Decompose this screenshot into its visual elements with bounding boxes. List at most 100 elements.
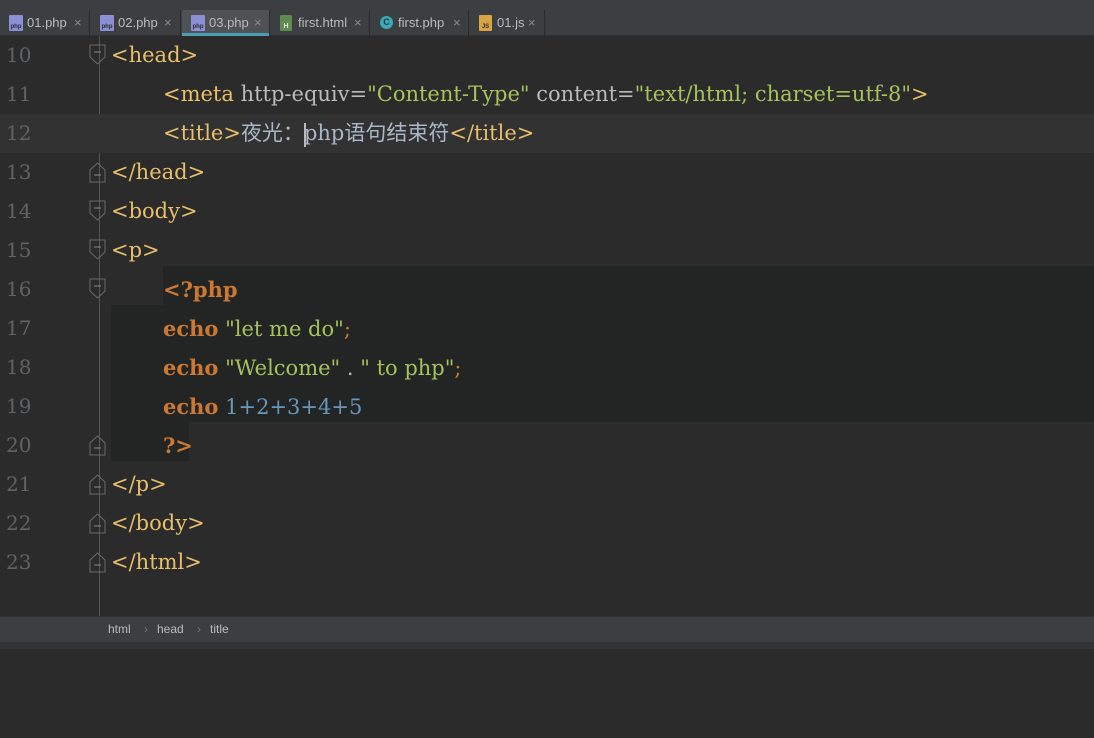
status-strip <box>0 642 1094 649</box>
php-open-tag: <?php <box>163 277 238 302</box>
line-number: 10 <box>6 43 32 67</box>
tab-label: 02.php <box>118 15 158 30</box>
code-text: </p> <box>111 472 167 496</box>
fold-close-icon[interactable] <box>89 161 106 183</box>
tab-03-php[interactable]: 03.php × <box>182 10 270 36</box>
tab-label: first.html <box>298 15 348 30</box>
tab-01-php[interactable]: 01.php × <box>0 10 90 36</box>
code-line: 18 echo "Welcome" . " to php"; <box>0 348 1094 387</box>
close-icon[interactable]: × <box>528 10 536 36</box>
code-text: <p> <box>111 238 160 262</box>
code-line: 11 <meta http-equiv="Content-Type" conte… <box>0 75 1094 114</box>
code-editor[interactable]: 10 <head> 11 <meta http-equiv="Content-T… <box>0 36 1094 616</box>
breadcrumb-item-title[interactable]: title <box>210 617 229 642</box>
code-text: echo 1+2+3+4+5 <box>163 387 362 427</box>
tab-01-js[interactable]: 01.js × <box>470 10 545 36</box>
tab-label: 03.php <box>209 15 249 30</box>
code-line: 15 <p> <box>0 231 1094 270</box>
close-icon[interactable]: × <box>354 10 362 36</box>
code-line: 21 </p> <box>0 465 1094 504</box>
js-file-icon <box>479 15 492 31</box>
close-icon[interactable]: × <box>254 10 262 36</box>
code-text: <body> <box>111 199 198 223</box>
line-number: 23 <box>6 550 32 574</box>
line-number: 16 <box>6 277 32 301</box>
code-line: 14 <body> <box>0 192 1094 231</box>
line-number: 15 <box>6 238 32 262</box>
text-token: 夜光： <box>240 121 304 145</box>
code-text: </body> <box>111 511 205 535</box>
line-number: 12 <box>6 121 32 145</box>
code-text: <head> <box>111 43 199 67</box>
tag-token: > <box>911 82 929 106</box>
breadcrumb-item-head[interactable]: head <box>157 617 184 642</box>
operator-token: . <box>340 356 361 380</box>
breadcrumb-separator: › <box>197 622 201 636</box>
code-text: <meta http-equiv="Content-Type" content=… <box>163 75 929 114</box>
line-number: 13 <box>6 160 32 184</box>
tab-first-html[interactable]: first.html × <box>271 10 370 36</box>
code-text: echo "let me do"; <box>163 309 351 349</box>
string-token: "Welcome" <box>225 356 341 380</box>
fold-close-icon[interactable] <box>89 512 106 534</box>
editor-tab-bar: 01.php × 02.php × 03.php × first.html × … <box>0 0 1094 36</box>
tab-02-php[interactable]: 02.php × <box>91 10 181 36</box>
code-line: 10 <head> <box>0 36 1094 75</box>
tag-token: <meta <box>163 82 241 106</box>
close-icon[interactable]: × <box>453 10 461 36</box>
code-line: 16 <?php <box>0 270 1094 309</box>
code-text: echo "Welcome" . " to php"; <box>163 348 462 388</box>
tab-label: first.php <box>398 15 445 30</box>
close-icon[interactable]: × <box>164 10 172 36</box>
code-text: </html> <box>111 550 202 574</box>
attr-token: content= <box>529 82 635 106</box>
string-token: "let me do" <box>225 317 344 341</box>
fold-open-icon[interactable] <box>89 239 106 261</box>
php-file-icon <box>9 15 23 31</box>
tag-token: <title> <box>163 121 241 145</box>
php-close-tag: ?> <box>163 433 193 458</box>
code-text: <title>夜光：php语句结束符</title> <box>163 114 534 153</box>
html-file-icon <box>280 15 292 31</box>
line-number: 20 <box>6 433 32 457</box>
line-number: 19 <box>6 394 32 418</box>
tab-label: 01.js <box>497 15 525 30</box>
fold-close-icon[interactable] <box>89 434 106 456</box>
string-token: "Content-Type" <box>367 82 530 106</box>
line-number: 18 <box>6 355 32 379</box>
code-line: 22 </body> <box>0 504 1094 543</box>
php-file-icon <box>100 15 114 31</box>
code-line: 20 ?> <box>0 426 1094 465</box>
keyword-token: echo <box>163 394 219 419</box>
keyword-token: echo <box>163 316 219 341</box>
code-line-current: 12 <title>夜光：php语句结束符</title> <box>0 114 1094 153</box>
keyword-token: echo <box>163 355 219 380</box>
fold-open-icon[interactable] <box>89 44 106 66</box>
line-number: 17 <box>6 316 32 340</box>
fold-close-icon[interactable] <box>89 551 106 573</box>
punct-token: ; <box>454 356 462 380</box>
line-number: 14 <box>6 199 32 223</box>
breadcrumb: html › head › title <box>0 616 1094 642</box>
breadcrumb-item-html[interactable]: html <box>108 617 131 642</box>
tag-token: </title> <box>449 121 535 145</box>
line-number: 11 <box>6 82 32 106</box>
php-file-icon <box>191 15 205 31</box>
fold-close-icon[interactable] <box>89 473 106 495</box>
tab-label: 01.php <box>27 15 67 30</box>
code-text: </head> <box>111 160 206 184</box>
tab-first-php[interactable]: first.php × <box>371 10 469 36</box>
close-icon[interactable]: × <box>74 10 82 36</box>
breadcrumb-separator: › <box>144 622 148 636</box>
fold-open-icon[interactable] <box>89 278 106 300</box>
attr-token: http-equiv= <box>240 82 368 106</box>
code-line: 17 echo "let me do"; <box>0 309 1094 348</box>
string-token: " to php" <box>360 356 455 380</box>
line-number: 21 <box>6 472 32 496</box>
text-token: php语句结束符 <box>303 121 450 145</box>
number-token: 1+2+3+4+5 <box>225 395 363 419</box>
string-token: "text/html; charset=utf-8" <box>634 82 912 106</box>
fold-open-icon[interactable] <box>89 200 106 222</box>
code-line: 23 </html> <box>0 543 1094 582</box>
code-line: 13 </head> <box>0 153 1094 192</box>
